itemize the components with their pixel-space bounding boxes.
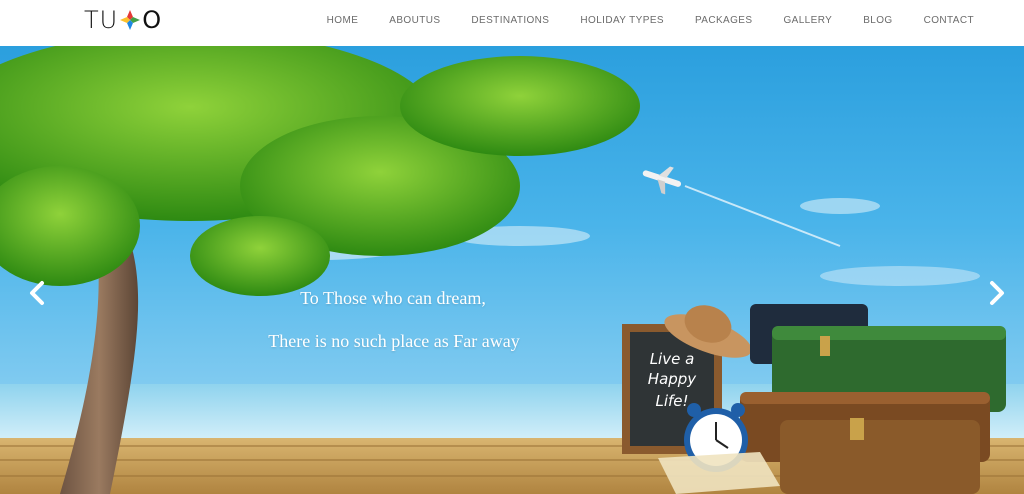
board-text-2: Happy: [648, 370, 698, 388]
hero-slider: Live a Happy Life! To Those who can drea…: [0, 46, 1024, 494]
nav-home[interactable]: HOME: [327, 15, 359, 26]
chevron-right-icon: [990, 281, 1004, 305]
main-nav: HOME ABOUTUS DESTINATIONS HOLIDAY TYPES …: [296, 0, 974, 40]
nav-aboutus[interactable]: ABOUTUS: [389, 15, 440, 26]
nav-holiday-types[interactable]: HOLIDAY TYPES: [580, 15, 664, 26]
hero-caption-line1: To Those who can dream,: [300, 288, 486, 308]
nav-gallery[interactable]: GALLERY: [783, 15, 832, 26]
hero-caption-line2: There is no such place as Far away: [268, 331, 520, 351]
nav-blog[interactable]: BLOG: [863, 15, 892, 26]
compass-logo-icon: [120, 10, 141, 30]
slider-next-button[interactable]: [986, 278, 1008, 308]
hero-slide-image: Live a Happy Life!: [0, 46, 1024, 494]
nav-packages[interactable]: PACKAGES: [695, 15, 752, 26]
logo-text-end: O: [142, 6, 162, 34]
logo-text: TU: [84, 6, 119, 34]
board-text-1: Live a: [650, 350, 695, 368]
logo[interactable]: TU O: [84, 6, 174, 34]
nav-contact[interactable]: CONTACT: [924, 15, 974, 26]
nav-destinations[interactable]: DESTINATIONS: [471, 15, 549, 26]
chevron-left-icon: [30, 281, 44, 305]
site-header: TU O HOME ABOUTUS DESTINATIONS HOLIDAY T…: [0, 0, 1024, 46]
slider-prev-button[interactable]: [26, 278, 48, 308]
board-text-3: Life!: [655, 392, 688, 410]
